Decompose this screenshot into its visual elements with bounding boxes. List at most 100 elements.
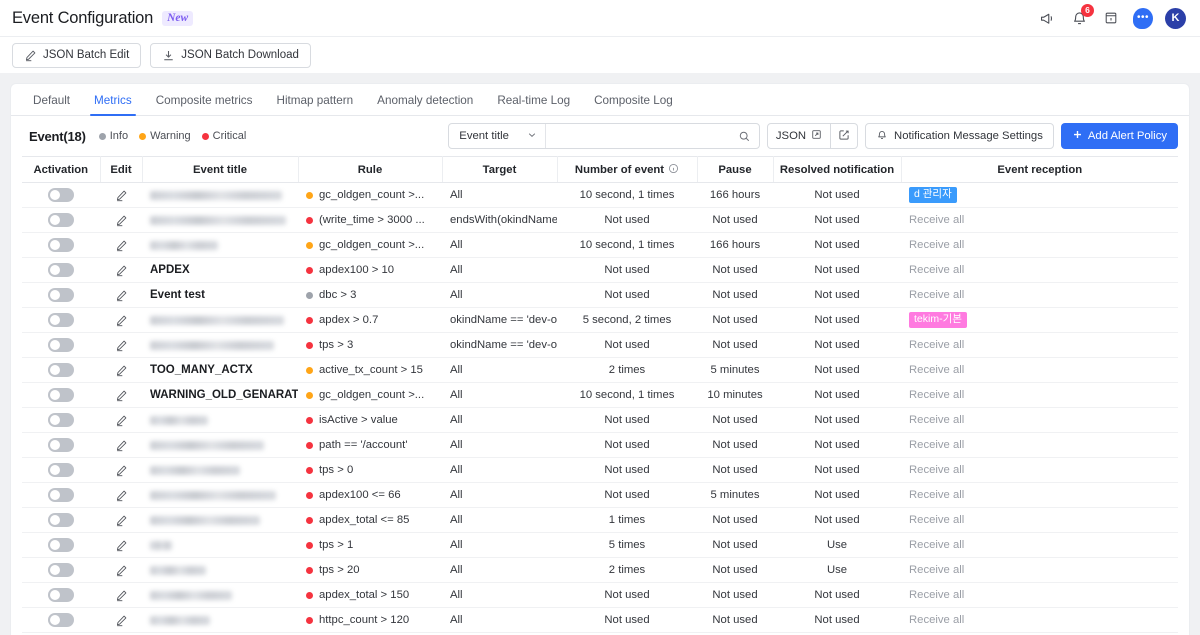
activation-toggle[interactable] [48, 188, 74, 202]
tab-real-time-log[interactable]: Real-time Log [485, 94, 582, 115]
edit-row-icon[interactable] [115, 214, 128, 227]
edit-row-icon[interactable] [115, 389, 128, 402]
calendar-icon[interactable] [1101, 8, 1121, 28]
search-field-select[interactable]: Event title [449, 124, 546, 148]
edit-row-icon[interactable] [115, 539, 128, 552]
col-activation: Activation [22, 156, 101, 183]
table-row: path == '/account' All Not used Not used Not… [22, 432, 1178, 458]
tab-hitmap-pattern[interactable]: Hitmap pattern [265, 94, 366, 115]
event-reception-badge: tekim-기본 [909, 311, 967, 329]
cell-target: All [442, 482, 557, 508]
json-button-group: JSON [766, 123, 859, 149]
edit-row-icon[interactable] [115, 264, 128, 277]
warning-dot-icon [139, 132, 147, 140]
activation-toggle[interactable] [48, 313, 74, 327]
header-icon-group: 6 ••• K [1037, 4, 1186, 29]
cell-event-title [142, 307, 298, 333]
cell-event-reception: Receive all [901, 257, 1178, 283]
activation-toggle[interactable] [48, 463, 74, 477]
activation-toggle[interactable] [48, 263, 74, 277]
action-bar: JSON Batch Edit JSON Batch Download [0, 36, 1200, 73]
event-reception-badge: d 관리자 [909, 186, 957, 204]
edit-row-icon[interactable] [115, 564, 128, 577]
activation-toggle[interactable] [48, 513, 74, 527]
cell-resolved-notification: Not used [773, 282, 901, 308]
edit-row-icon[interactable] [115, 464, 128, 477]
json-batch-download-button[interactable]: JSON Batch Download [150, 42, 311, 68]
megaphone-icon[interactable] [1037, 8, 1057, 28]
cell-event-title [142, 482, 298, 508]
rule-text: apdex100 > 10 [319, 264, 395, 276]
activation-toggle[interactable] [48, 613, 74, 627]
edit-row-icon[interactable] [115, 439, 128, 452]
event-reception-text: Receive all [909, 614, 965, 626]
user-avatar[interactable]: K [1165, 7, 1186, 29]
cell-pause: Not used [697, 607, 773, 633]
edit-row-icon[interactable] [115, 489, 128, 502]
json-edit-button[interactable] [831, 123, 859, 149]
cell-target: All [442, 282, 557, 308]
event-title-text: Event test [150, 289, 205, 301]
cell-number-of-event: Not used [557, 582, 697, 608]
activation-toggle[interactable] [48, 413, 74, 427]
edit-row-icon[interactable] [115, 589, 128, 602]
severity-dot-icon [306, 341, 313, 349]
activation-toggle[interactable] [48, 213, 74, 227]
cell-number-of-event: Not used [557, 282, 697, 308]
chat-icon[interactable]: ••• [1133, 7, 1153, 29]
notification-message-settings-button[interactable]: Notification Message Settings [865, 123, 1054, 149]
activation-toggle[interactable] [48, 388, 74, 402]
cell-target: All [442, 182, 557, 208]
activation-toggle[interactable] [48, 363, 74, 377]
edit-row-icon[interactable] [115, 614, 128, 627]
search-input[interactable] [545, 124, 736, 148]
cell-rule: gc_oldgen_count >... [298, 382, 442, 408]
cell-pause: 166 hours [697, 232, 773, 258]
tab-default[interactable]: Default [21, 94, 82, 115]
activation-toggle[interactable] [48, 538, 74, 552]
cell-event-reception: Receive all [901, 357, 1178, 383]
cell-edit [100, 557, 142, 583]
tab-composite-metrics[interactable]: Composite metrics [144, 94, 265, 115]
tab-metrics[interactable]: Metrics [82, 94, 144, 116]
table-toolbar: Event(18) Info Warning Critical Event ti… [11, 116, 1189, 156]
edit-row-icon[interactable] [115, 189, 128, 202]
event-reception-text: Receive all [909, 564, 965, 576]
cell-activation [22, 307, 100, 333]
edit-row-icon[interactable] [115, 514, 128, 527]
tab-composite-log[interactable]: Composite Log [582, 94, 685, 115]
edit-row-icon[interactable] [115, 289, 128, 302]
cell-target: All [442, 507, 557, 533]
add-alert-policy-button[interactable]: Add Alert Policy [1060, 123, 1178, 149]
edit-row-icon[interactable] [115, 414, 128, 427]
cell-event-reception: Receive all [901, 282, 1178, 308]
event-title-redacted [150, 340, 274, 350]
event-reception-text: Receive all [909, 414, 965, 426]
edit-row-icon[interactable] [115, 364, 128, 377]
event-title-redacted [150, 615, 210, 625]
activation-toggle[interactable] [48, 238, 74, 252]
event-title-redacted [150, 540, 172, 550]
activation-toggle[interactable] [48, 288, 74, 302]
cell-resolved-notification: Not used [773, 432, 901, 458]
edit-row-icon[interactable] [115, 339, 128, 352]
edit-row-icon[interactable] [115, 239, 128, 252]
table-row: gc_oldgen_count >... All 10 second, 1 time… [22, 232, 1178, 258]
bell-icon[interactable]: 6 [1069, 4, 1094, 28]
cell-target: All [442, 457, 557, 483]
activation-toggle[interactable] [48, 438, 74, 452]
page-title: Event Configuration [12, 8, 154, 27]
cell-activation [22, 382, 100, 408]
json-export-button[interactable]: JSON [766, 123, 832, 149]
event-reception-text: Receive all [909, 389, 965, 401]
edit-row-icon[interactable] [115, 314, 128, 327]
activation-toggle[interactable] [48, 488, 74, 502]
activation-toggle[interactable] [48, 338, 74, 352]
activation-toggle[interactable] [48, 563, 74, 577]
json-batch-edit-button[interactable]: JSON Batch Edit [12, 42, 142, 68]
table-head: Activation Edit Event title Rule Target … [22, 156, 1178, 183]
info-circle-icon[interactable] [668, 163, 679, 177]
activation-toggle[interactable] [48, 588, 74, 602]
search-icon[interactable] [736, 130, 759, 143]
tab-anomaly-detection[interactable]: Anomaly detection [365, 94, 485, 115]
